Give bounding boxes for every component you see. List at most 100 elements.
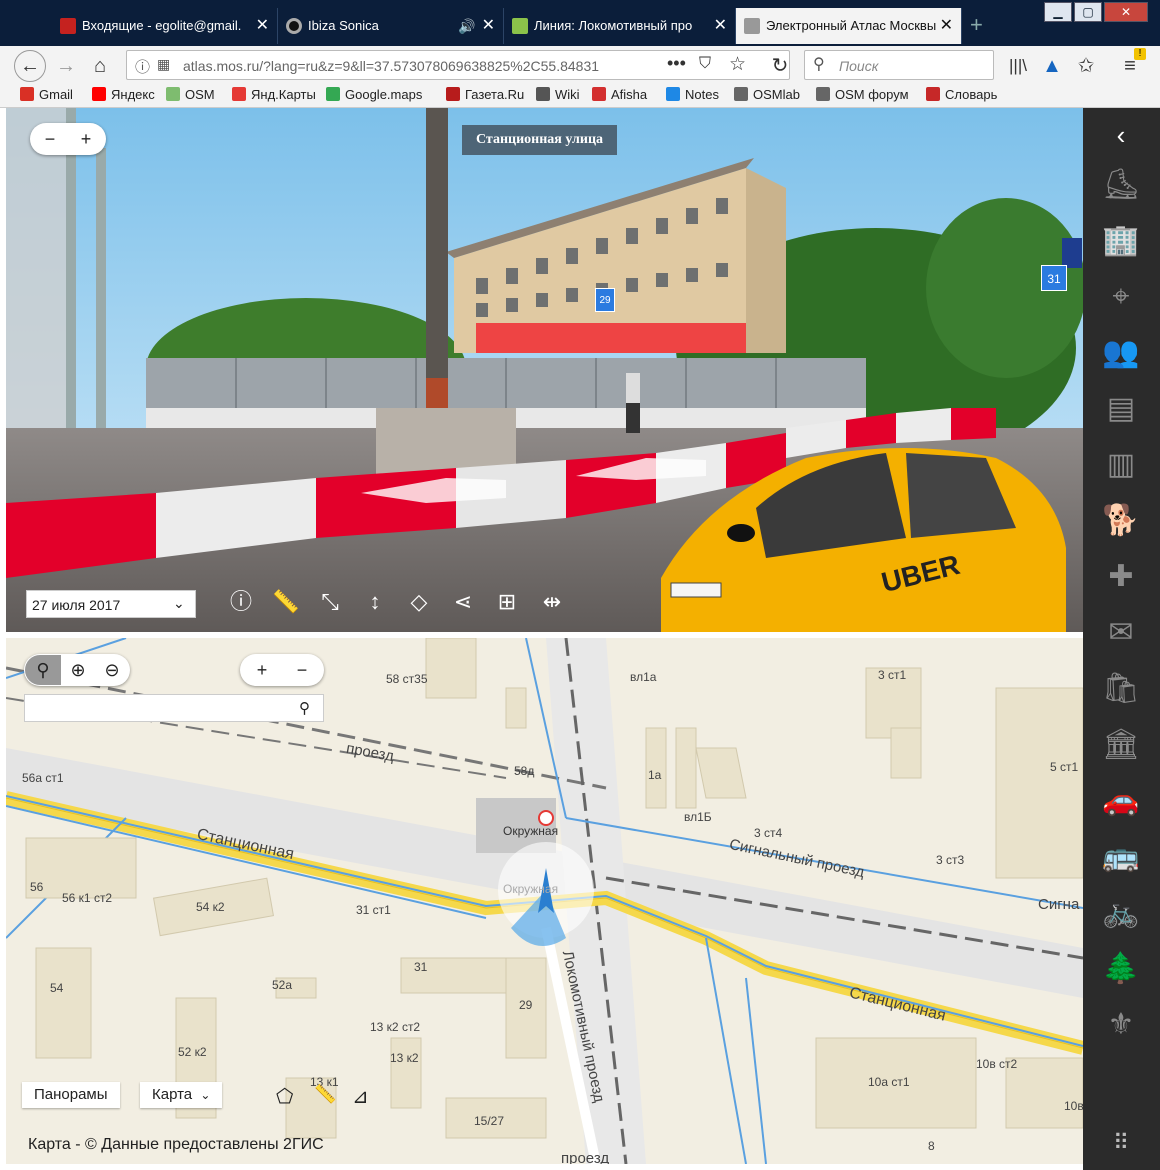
grid-icon[interactable]: ⊞ xyxy=(493,588,521,616)
grid-menu-icon[interactable]: ⠿ xyxy=(1101,1124,1141,1162)
tab-liniya[interactable]: Линия: Локомотивный про ✕ xyxy=(504,8,736,44)
building-number-label: 3 ст1 xyxy=(878,668,907,682)
close-icon[interactable]: ✕ xyxy=(714,8,727,44)
building-number-label: 58д xyxy=(514,764,535,778)
date-select[interactable]: 27 июля 2017 ⌄ xyxy=(26,590,196,618)
ruler-icon[interactable]: 📏 xyxy=(272,588,300,616)
bookmark-label: Словарь xyxy=(945,87,998,102)
speaker-icon[interactable]: 🔊 xyxy=(458,8,475,44)
bus-icon[interactable]: 🚌 xyxy=(1101,838,1141,876)
bookmark-favicon-icon xyxy=(592,87,606,101)
zoom-in-button[interactable]: + xyxy=(68,124,104,154)
extension-icon[interactable]: ▲ xyxy=(1036,50,1068,82)
map-attribution[interactable]: Карта - © Данные предоставлены 2ГИС xyxy=(28,1136,324,1154)
bookmark-item[interactable]: Google.maps xyxy=(326,87,422,102)
dog-icon[interactable]: 🐕 xyxy=(1101,502,1141,540)
bookmark-item[interactable]: Янд.Карты xyxy=(232,87,316,102)
tab-title: Входящие - egolite@gmail. xyxy=(82,18,242,33)
bookmark-item[interactable]: Wiki xyxy=(536,87,580,102)
zoom-in-button[interactable]: + xyxy=(244,655,280,685)
bookmark-item[interactable]: Яндекс xyxy=(92,87,155,102)
map-pin-icon[interactable]: ⌖ xyxy=(1101,278,1141,316)
zoom-out-button[interactable]: − xyxy=(284,655,320,685)
forward-arrow-icon[interactable]: → xyxy=(50,50,82,82)
museum-icon[interactable]: 🏛 xyxy=(1101,726,1141,764)
tree-icon[interactable]: 🌲 xyxy=(1101,950,1141,988)
tab-ibiza-sonica[interactable]: Ibiza Sonica 🔊 ✕ xyxy=(278,8,504,44)
search-field[interactable]: ⚲ Поиск xyxy=(804,50,994,80)
bookmark-item[interactable]: OSMlab xyxy=(734,87,800,102)
extension-star-icon[interactable]: ✩ xyxy=(1070,50,1102,82)
map-search-input[interactable]: ⚲ xyxy=(24,694,324,722)
building-number-label: 29 xyxy=(519,998,533,1012)
coat-of-arms-icon[interactable]: ⚜ xyxy=(1101,1006,1141,1044)
gmail-icon xyxy=(60,18,76,34)
info-icon[interactable]: ⓘ xyxy=(227,588,255,616)
info-icon[interactable]: ⓘ xyxy=(135,56,150,77)
back-arrow-icon[interactable]: ← xyxy=(14,50,46,82)
bookmark-item[interactable]: Gmail xyxy=(20,87,73,102)
pocket-icon[interactable]: ⛉ xyxy=(699,55,711,73)
mail-icon[interactable]: ✉ xyxy=(1101,614,1141,652)
zoom-out-button[interactable]: − xyxy=(32,124,68,154)
url-bar[interactable]: ⓘ ▦ atlas.mos.ru/?lang=ru&z=9&ll=37.5730… xyxy=(126,50,790,80)
tab-gmail[interactable]: Входящие - egolite@gmail. ✕ xyxy=(52,8,278,44)
bicycle-icon[interactable]: 🚲 xyxy=(1101,894,1141,932)
home-icon[interactable]: ⌂ xyxy=(84,50,116,82)
polygon-draw-icon[interactable]: ⬠ xyxy=(276,1084,293,1109)
close-icon[interactable]: ✕ xyxy=(482,8,495,44)
close-window-button[interactable]: ✕ xyxy=(1104,2,1148,22)
minimize-window-button[interactable]: ▁ xyxy=(1044,2,1072,22)
shopping-bag-icon[interactable]: 🛍 xyxy=(1101,670,1141,708)
new-tab-plus-icon[interactable]: + xyxy=(970,12,983,38)
zoom-search-minus-icon[interactable]: ⊖ xyxy=(94,655,130,685)
car-icon[interactable]: 🚗 xyxy=(1101,782,1141,820)
bookmark-item[interactable]: Словарь xyxy=(926,87,997,102)
ruler-icon[interactable]: 📏 xyxy=(314,1084,336,1105)
zoom-search-plus-icon[interactable]: ⊕ xyxy=(60,655,96,685)
bookmark-item[interactable]: Afisha xyxy=(592,87,647,102)
building-number-label: 10в ст2 xyxy=(976,1057,1018,1071)
building-number-label: 56 xyxy=(30,880,44,894)
bookmark-item[interactable]: Notes xyxy=(666,87,719,102)
height-measure-icon[interactable]: ↕ xyxy=(361,588,389,616)
bookmark-item[interactable]: OSM xyxy=(166,87,215,102)
bookmark-label: OSM форум xyxy=(835,87,909,102)
people-icon[interactable]: 👥 xyxy=(1101,334,1141,372)
library-icon[interactable]: |||\ xyxy=(1002,50,1034,82)
passport-icon[interactable]: ▤ xyxy=(1101,390,1141,428)
page-actions-icon[interactable]: ••• xyxy=(667,53,686,74)
skate-icon[interactable]: ⛸ xyxy=(1101,166,1141,204)
tab-atlas-moskvy[interactable]: Электронный Атлас Москвы ✕ xyxy=(736,8,962,44)
reload-icon[interactable]: ↻ xyxy=(764,50,796,82)
house-number-badge[interactable]: 31 xyxy=(1041,265,1067,291)
search-icon[interactable]: ⚲ xyxy=(25,655,61,685)
documents-icon[interactable]: ▥ xyxy=(1101,446,1141,484)
point-icon[interactable]: ◇ xyxy=(405,588,433,616)
map-type-select[interactable]: Карта ⌄ xyxy=(140,1082,223,1108)
diagonal-measure-icon[interactable]: ⤡ xyxy=(316,588,344,616)
building-number-label: 5 ст1 xyxy=(1050,760,1079,774)
building-icon[interactable]: 🏢 xyxy=(1101,222,1141,260)
map-view[interactable]: ⚲ ⊕ ⊖ + − ⚲ 58 ст35 вл1а 3 ст1 56а ст1 58д 1а… xyxy=(6,638,1083,1164)
bookmark-item[interactable]: Газета.Ru xyxy=(446,87,524,102)
angle-measure-icon[interactable]: ⊿ xyxy=(352,1084,369,1109)
split-view-icon[interactable]: ⇹ xyxy=(538,588,566,616)
share-icon[interactable]: ⋖ xyxy=(449,588,477,616)
metro-station-label[interactable]: Окружная xyxy=(503,824,558,838)
building-number-label: вл1Б xyxy=(684,810,712,824)
panoramas-button[interactable]: Панорамы xyxy=(22,1082,120,1108)
building-number-label: 58 ст35 xyxy=(386,672,428,686)
close-icon[interactable]: ✕ xyxy=(940,8,953,44)
collapse-chevron-left-icon[interactable]: ‹ xyxy=(1101,116,1141,154)
bookmark-star-icon[interactable]: ☆ xyxy=(729,53,746,76)
close-icon[interactable]: ✕ xyxy=(256,8,269,44)
bookmark-item[interactable]: OSM форум xyxy=(816,87,909,102)
medical-cross-icon[interactable]: ✚ xyxy=(1101,558,1141,596)
permissions-icon[interactable]: ▦ xyxy=(157,56,170,73)
search-icon[interactable]: ⚲ xyxy=(299,699,310,717)
street-panorama[interactable]: Станционная улица 29 31 UBER − + 27 июля… xyxy=(6,108,1083,632)
maximize-window-button[interactable]: ▢ xyxy=(1074,2,1102,22)
house-number-badge[interactable]: 29 xyxy=(595,288,615,312)
panorama-image[interactable] xyxy=(6,108,1083,632)
